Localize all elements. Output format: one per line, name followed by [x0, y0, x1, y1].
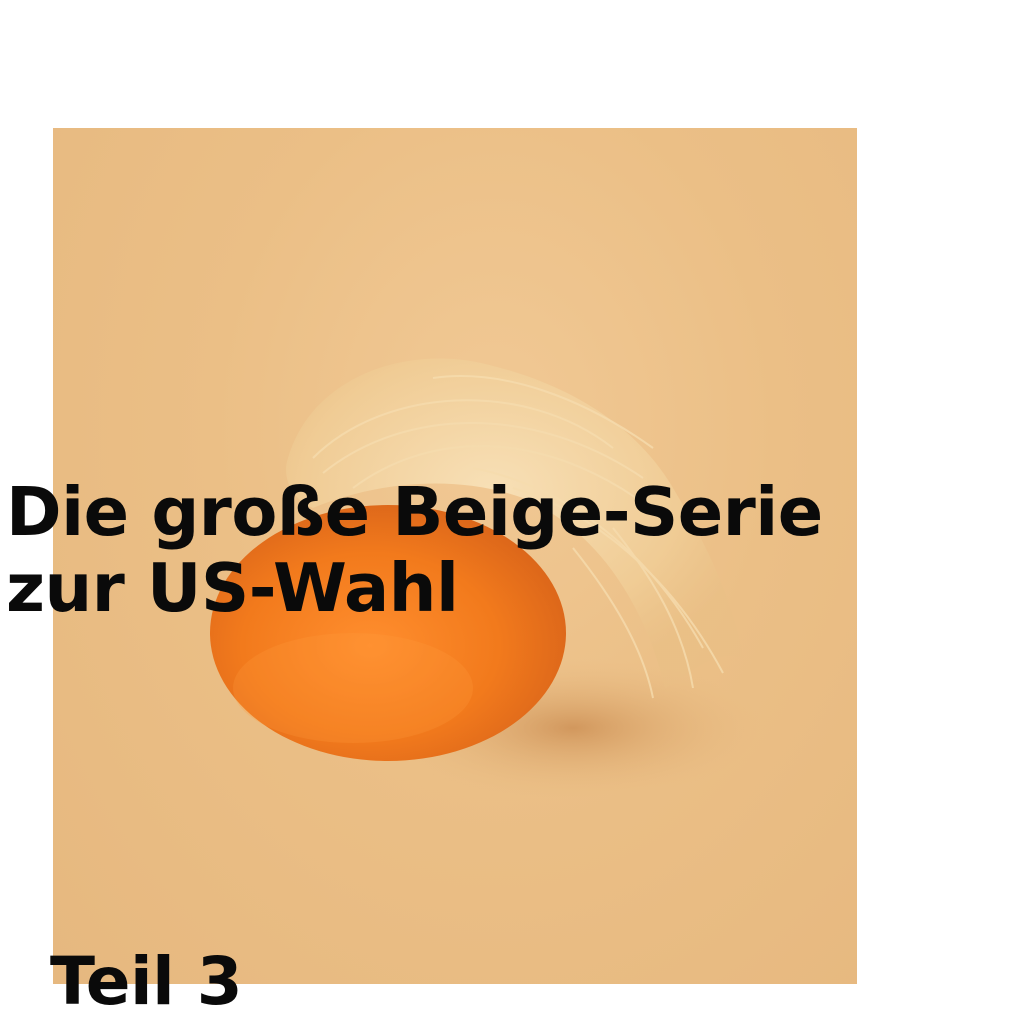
headline-line-2: zur US-Wahl: [6, 549, 459, 627]
series-headline: Die große Beige-Serie zur US-Wahl: [6, 474, 823, 626]
part-number-label: Teil 3: [50, 943, 243, 1020]
cover-page: Die große Beige-Serie zur US-Wahl Teil 3: [0, 0, 1024, 1024]
headline-line-1: Die große Beige-Serie: [6, 473, 823, 551]
